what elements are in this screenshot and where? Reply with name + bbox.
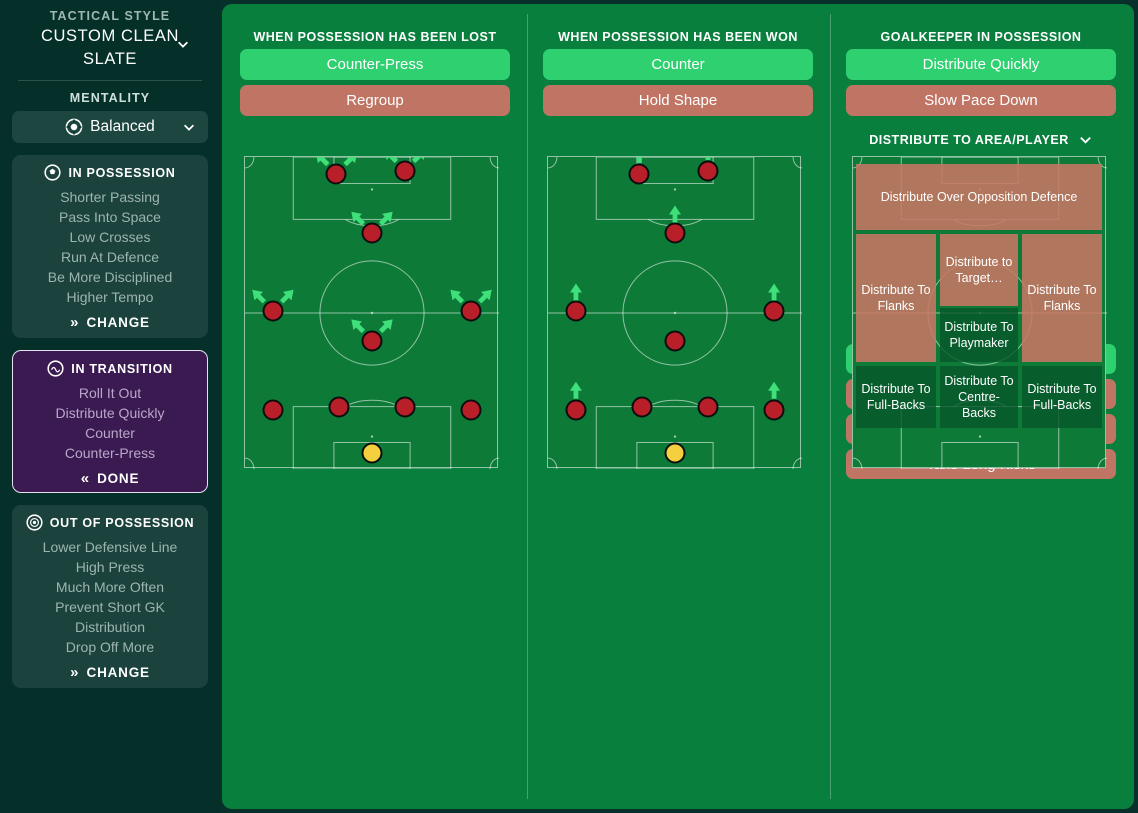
mentality-selector[interactable]: Balanced [12,111,208,143]
player-token[interactable] [763,399,785,421]
tactical-style-selector[interactable]: CUSTOM CLEAN SLATE [8,23,212,71]
panel-item: Be More Disciplined [47,269,173,285]
panel-in-possession[interactable]: IN POSSESSION Shorter Passing Pass Into … [12,155,208,338]
player-token[interactable] [628,163,650,185]
cell-distribute-to-target-man[interactable]: Distribute to Target… [940,234,1018,306]
panel-header: IN POSSESSION [18,164,202,181]
cell-distribute-to-flanks-right[interactable]: Distribute To Flanks [1022,234,1102,362]
cell-distribute-to-centre-backs[interactable]: Distribute To Centre-Backs [940,366,1018,428]
player-token-goalkeeper[interactable] [664,442,686,464]
panel-item: Shorter Passing [60,189,160,205]
cell-distribute-to-full-backs-left[interactable]: Distribute To Full-Backs [856,366,936,428]
panel-item: Distribution [74,619,146,635]
double-chevron-left-icon: « [80,470,90,487]
player-token[interactable] [697,396,719,418]
panel-item: Distribute Quickly [55,405,165,421]
player-token[interactable] [565,399,587,421]
panel-title: IN TRANSITION [71,361,173,376]
player-token[interactable] [565,300,587,322]
panel-item: Prevent Short GK [55,599,165,615]
player-token[interactable] [460,300,482,322]
panel-action-label: DONE [97,471,140,486]
distribute-area-grid[interactable]: Distribute Over Opposition Defence Distr… [852,156,1106,468]
panel-title: IN POSSESSION [68,165,176,180]
panel-header: OUT OF POSSESSION [18,514,202,531]
player-token[interactable] [394,396,416,418]
option-slow-pace-down[interactable]: Slow Pace Down [846,85,1116,116]
option-regroup[interactable]: Regroup [240,85,510,116]
in-possession-change-button[interactable]: » CHANGE [18,315,202,330]
player-token[interactable] [763,300,785,322]
mentality-icon [65,118,83,136]
panel-item: Much More Often [55,579,165,595]
panel-item: Higher Tempo [66,289,154,305]
column-divider [830,14,831,799]
player-token-goalkeeper[interactable] [361,442,383,464]
column-title: GOALKEEPER IN POSSESSION [880,30,1082,44]
panel-action-label: CHANGE [86,665,150,680]
pitch-possession-lost[interactable] [244,156,499,469]
panel-item: High Press [75,559,145,575]
mentality-value: Balanced [90,118,155,135]
panel-item: Pass Into Space [59,209,161,225]
tactical-style-name: CUSTOM CLEAN SLATE [41,27,179,68]
panel-item: Run At Defence [60,249,160,265]
sidebar: TACTICAL STYLE CUSTOM CLEAN SLATE MENTAL… [0,0,220,813]
panel-item: Low Crosses [69,229,151,245]
column-divider [527,14,528,799]
player-token[interactable] [460,399,482,421]
cell-distribute-to-flanks-left[interactable]: Distribute To Flanks [856,234,936,362]
option-distribute-quickly[interactable]: Distribute Quickly [846,49,1116,80]
cell-distribute-over-opposition-defence[interactable]: Distribute Over Opposition Defence [856,164,1102,230]
column-goalkeeper: GOALKEEPER IN POSSESSION Distribute Quic… [846,4,1116,479]
option-counter[interactable]: Counter [543,49,813,80]
panel-item: Counter-Press [64,445,156,461]
distribute-area-selector[interactable]: DISTRIBUTE TO AREA/PLAYER [846,132,1116,147]
player-token[interactable] [262,399,284,421]
chevron-down-icon[interactable] [176,37,190,51]
ball-possession-icon [44,164,62,181]
chevron-down-icon[interactable] [182,120,196,134]
option-counter-press[interactable]: Counter-Press [240,49,510,80]
transition-icon [47,360,64,377]
player-token[interactable] [361,330,383,352]
column-title: WHEN POSSESSION HAS BEEN WON [558,30,798,44]
tactics-main-panel: WHEN POSSESSION HAS BEEN LOST Counter-Pr… [222,4,1134,809]
in-transition-done-button[interactable]: « DONE [19,471,201,486]
player-token[interactable] [394,160,416,182]
player-token[interactable] [361,222,383,244]
panel-item: Lower Defensive Line [42,539,178,555]
panel-action-label: CHANGE [86,315,150,330]
double-chevron-right-icon: » [70,314,79,331]
cell-distribute-to-playmaker[interactable]: Distribute To Playmaker [940,308,1018,362]
option-hold-shape[interactable]: Hold Shape [543,85,813,116]
panel-item: Counter [85,425,135,441]
mentality-label: MENTALITY [69,91,151,105]
player-token[interactable] [328,396,350,418]
distribute-area-title: DISTRIBUTE TO AREA/PLAYER [869,132,1069,147]
chevron-down-icon[interactable] [1078,132,1093,147]
player-token[interactable] [262,300,284,322]
panel-item: Roll It Out [78,385,142,401]
cell-distribute-to-full-backs-right[interactable]: Distribute To Full-Backs [1022,366,1102,428]
pitch-possession-won[interactable] [547,156,802,469]
player-token[interactable] [664,222,686,244]
player-token[interactable] [697,160,719,182]
ball-defence-icon [26,514,43,531]
player-token[interactable] [664,330,686,352]
column-title: WHEN POSSESSION HAS BEEN LOST [253,30,497,44]
divider [18,80,202,81]
panel-header: IN TRANSITION [19,360,201,377]
player-token[interactable] [631,396,653,418]
double-chevron-right-icon: » [70,664,79,681]
tactical-style-label: TACTICAL STYLE [49,9,171,23]
panel-title: OUT OF POSSESSION [49,515,195,530]
column-possession-lost: WHEN POSSESSION HAS BEEN LOST Counter-Pr… [240,4,510,469]
panel-in-transition[interactable]: IN TRANSITION Roll It Out Distribute Qui… [12,350,208,493]
panel-item: Drop Off More [65,639,155,655]
out-of-possession-change-button[interactable]: » CHANGE [18,665,202,680]
column-possession-won: WHEN POSSESSION HAS BEEN WON Counter Hol… [543,4,813,469]
player-token[interactable] [325,163,347,185]
panel-out-of-possession[interactable]: OUT OF POSSESSION Lower Defensive Line H… [12,505,208,688]
